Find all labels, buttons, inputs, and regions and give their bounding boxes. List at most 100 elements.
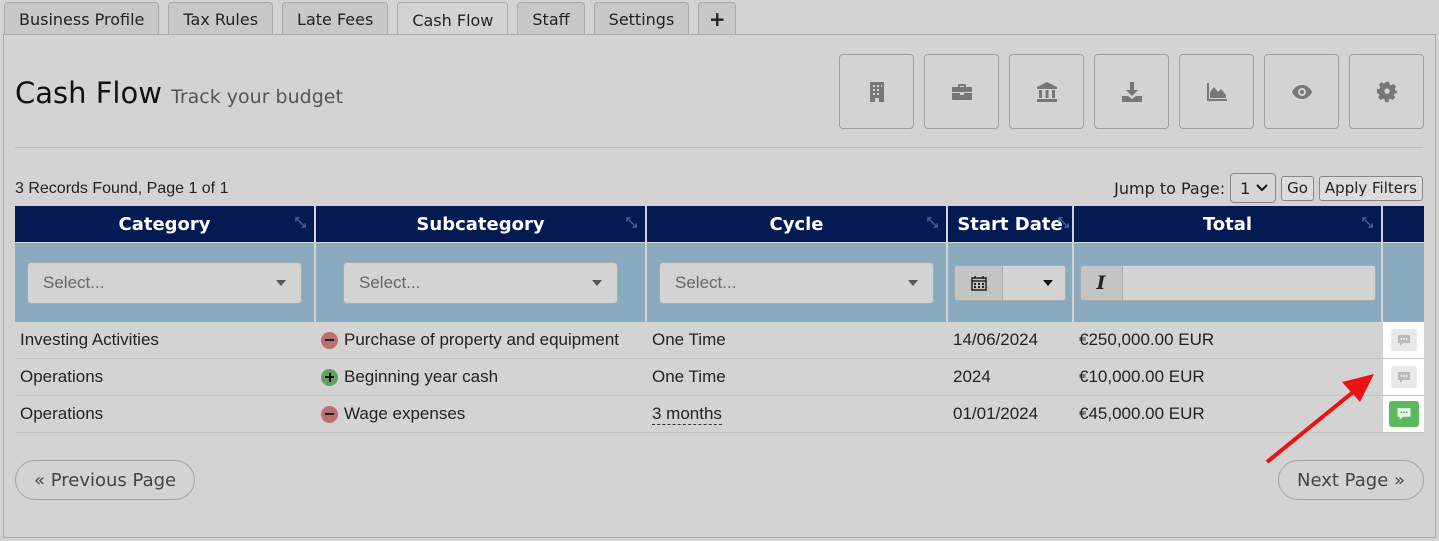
- filter-cell-cycle: Select...: [647, 243, 948, 322]
- download-icon: [1121, 81, 1142, 102]
- filter-cell-category: Select...: [15, 243, 316, 322]
- filter-cell-start-date: [948, 243, 1074, 322]
- column-header-label: Start Date: [957, 213, 1063, 235]
- jump-to-page: Jump to Page: 1 Go Apply Filters: [1114, 173, 1423, 203]
- filter-row: Select... Select... Select... I: [15, 243, 1424, 322]
- date-filter: [954, 264, 1066, 301]
- calendar-icon: [970, 275, 987, 291]
- download-button[interactable]: [1094, 54, 1169, 129]
- comment-icon: [1397, 334, 1410, 346]
- jump-label: Jump to Page:: [1114, 178, 1226, 198]
- add-tab-button[interactable]: +: [698, 2, 737, 35]
- table-row[interactable]: Investing Activities Purchase of propert…: [15, 322, 1424, 359]
- toolbar: [839, 54, 1424, 129]
- subcategory-cell: Beginning year cash: [316, 359, 647, 395]
- apply-filters-button[interactable]: Apply Filters: [1318, 175, 1423, 201]
- collapse-icon[interactable]: ⤡: [927, 215, 938, 231]
- subcategory-cell: Purchase of property and equipment: [316, 322, 647, 358]
- subcategory-cell: Wage expenses: [316, 396, 647, 432]
- comment-button[interactable]: [1390, 329, 1417, 351]
- column-header-start-date[interactable]: Start Date ⤡: [948, 206, 1074, 242]
- tab-late-fees[interactable]: Late Fees: [282, 2, 389, 35]
- cycle-link[interactable]: 3 months: [652, 404, 722, 425]
- page-title-text: Cash Flow: [15, 76, 162, 110]
- cycle-cell: One Time: [652, 367, 726, 386]
- column-header-cycle[interactable]: Cycle ⤡: [647, 206, 948, 242]
- divider: [15, 147, 1423, 148]
- eye-icon: [1291, 84, 1312, 99]
- date-operator-dropdown[interactable]: [1003, 265, 1065, 300]
- subcategory-text: Wage expenses: [344, 404, 466, 423]
- collapse-icon[interactable]: ⤡: [1362, 215, 1373, 231]
- table-row[interactable]: Operations Wage expenses 3 months 01/01/…: [15, 396, 1424, 433]
- chart-button[interactable]: [1179, 54, 1254, 129]
- settings-button[interactable]: [1349, 54, 1424, 129]
- calendar-button[interactable]: [955, 265, 1003, 300]
- tab-bar: Business Profile Tax Rules Late Fees Cas…: [4, 2, 737, 37]
- view-button[interactable]: [1264, 54, 1339, 129]
- records-count: 3 Records Found, Page 1 of 1: [15, 180, 229, 197]
- collapse-icon[interactable]: ⤡: [295, 215, 306, 231]
- table-row[interactable]: Operations Beginning year cash One Time …: [15, 359, 1424, 396]
- comment-button-active[interactable]: [1388, 401, 1419, 427]
- column-header-total[interactable]: Total ⤡: [1074, 206, 1383, 242]
- page-select-value: 1: [1240, 178, 1251, 198]
- caret-down-icon: [276, 279, 286, 286]
- cycle-cell: 3 months: [647, 396, 948, 432]
- column-header-category[interactable]: Category ⤡: [15, 206, 316, 242]
- next-page-button[interactable]: Next Page »: [1278, 460, 1424, 500]
- bank-icon: [1036, 81, 1057, 102]
- collapse-icon[interactable]: ⤡: [1058, 215, 1069, 231]
- expense-minus-icon: [321, 331, 338, 349]
- total-cell: €250,000.00 EUR: [1079, 330, 1215, 349]
- category-filter-select[interactable]: Select...: [27, 261, 302, 304]
- business-activities-button[interactable]: [924, 54, 999, 129]
- tab-business-profile[interactable]: Business Profile: [4, 2, 160, 35]
- subcategory-filter-select[interactable]: Select...: [343, 261, 618, 304]
- category-cell: Operations: [20, 404, 104, 423]
- business-button[interactable]: [839, 54, 914, 129]
- select-placeholder: Select...: [359, 272, 421, 292]
- building-icon: [869, 81, 884, 102]
- tab-tax-rules[interactable]: Tax Rules: [168, 2, 274, 35]
- start-date-cell: 2024: [953, 367, 991, 386]
- collapse-icon[interactable]: ⤡: [626, 215, 637, 231]
- subcategory-text: Purchase of property and equipment: [344, 330, 620, 349]
- column-header-label: Total: [1202, 213, 1253, 235]
- bank-button[interactable]: [1009, 54, 1084, 129]
- column-header-actions: [1383, 206, 1424, 242]
- filter-cell-total: I: [1074, 243, 1383, 322]
- cycle-filter-select[interactable]: Select...: [659, 261, 934, 304]
- area-chart-icon: [1206, 82, 1227, 101]
- gear-icon: [1376, 81, 1397, 102]
- select-placeholder: Select...: [675, 272, 737, 292]
- actions-cell: [1383, 396, 1424, 432]
- category-cell: Operations: [20, 367, 104, 386]
- tab-settings[interactable]: Settings: [593, 2, 690, 35]
- page-select[interactable]: 1: [1230, 173, 1277, 203]
- start-date-cell: 14/06/2024: [953, 330, 1039, 349]
- actions-cell: [1383, 322, 1424, 358]
- column-header-label: Subcategory: [416, 213, 545, 235]
- filter-cell-subcategory: Select...: [316, 243, 647, 322]
- tab-staff[interactable]: Staff: [517, 2, 585, 35]
- category-cell: Investing Activities: [20, 330, 159, 349]
- column-header-label: Category: [118, 213, 211, 235]
- comment-button[interactable]: [1390, 366, 1417, 388]
- go-button[interactable]: Go: [1281, 175, 1314, 201]
- total-filter-input[interactable]: [1122, 265, 1375, 300]
- chevron-down-icon: [1256, 184, 1268, 192]
- column-header-subcategory[interactable]: Subcategory ⤡: [316, 206, 647, 242]
- tab-cash-flow[interactable]: Cash Flow: [397, 2, 509, 37]
- income-plus-icon: [321, 368, 338, 386]
- previous-page-button[interactable]: « Previous Page: [15, 460, 196, 500]
- cycle-cell: One Time: [652, 330, 726, 349]
- expense-minus-icon: [321, 405, 338, 423]
- total-filter: I: [1079, 264, 1376, 301]
- cashflow-table: Category ⤡ Subcategory ⤡ Cycle ⤡ Start Date…: [15, 206, 1424, 433]
- page-subtitle: Track your budget: [171, 86, 343, 108]
- filter-cell-actions: [1383, 243, 1424, 322]
- italic-icon[interactable]: I: [1080, 265, 1123, 300]
- annotation-arrow-icon: [1265, 374, 1374, 464]
- actions-cell: [1383, 359, 1424, 395]
